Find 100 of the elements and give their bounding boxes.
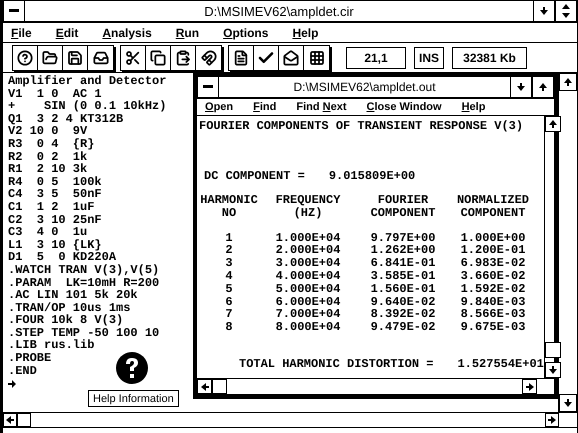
code-line: Amplifier and Detector [8,75,166,88]
output-heading: FOURIER COMPONENTS OF TRANSIENT RESPONSE V(3) [199,120,524,132]
down-arrow-icon [548,366,557,374]
table-cell-text: 9.479E-02 [370,321,436,334]
code-line: L1 3 10 {LK} [8,238,102,252]
help-information-button[interactable]: Help Information [88,390,179,407]
table-cell-text: 5 [224,282,234,296]
folder-icon [42,50,58,66]
minimize-button[interactable] [533,1,555,21]
code-line: .END [8,364,37,378]
code-line: R2 0 2 1k [8,150,88,164]
copy-icon [150,50,166,66]
code-line: Q1 3 2 4 KT312B [8,112,124,126]
code-line: .PROBE [8,352,52,365]
up-arrow-icon [539,83,547,91]
column-header: NORMALIZED [456,194,529,207]
code-line: R3 0 4 {R} [8,138,94,151]
up-down-arrow-icon [562,4,570,18]
table-cell-text: 6.841E-01 [370,257,436,270]
scroll-left-button[interactable] [3,413,17,427]
menu-item[interactable]: Open [205,101,234,113]
code-line: V2 10 0 9V [8,125,88,138]
scroll-right-button[interactable] [522,379,537,394]
tray-icon [92,50,108,66]
table-cell-text: 5.000E+04 [274,282,342,296]
down-arrow-icon [517,83,525,91]
table-cell-text: 8.392E-02 [370,308,436,322]
menu-item[interactable]: Find [253,101,276,113]
window-title: D:\MSIMEV62\ampldet.out [293,80,436,94]
dash-icon [203,85,213,89]
code-line: .LIB rus.lib [8,339,94,352]
table-cell-text: 6.000E+04 [274,296,342,308]
scroll-left-button[interactable] [197,379,212,394]
left-arrow-icon [200,382,208,390]
thd-label: TOTAL HARMONIC DISTORTION = [239,358,434,370]
table-cell-text: 6 [224,296,234,308]
code-line: D1 5 0 KD220A [8,251,116,264]
table-cell-text: 4.000E+04 [274,270,342,283]
column-header: FREQUENCY [276,194,340,207]
system-menu-button[interactable] [197,77,219,97]
grid-icon [308,50,324,66]
envelope-icon [283,50,299,66]
table-cell-text: 8.000E+04 [274,321,342,334]
table-cell-text: 9.797E+00 [370,232,436,244]
thd-value: 1.527554E+01 [457,358,544,370]
dc-value: 9.015809E+00 [328,170,416,182]
memory-indicator: 32381 Kb [452,46,527,68]
table-cell-text: 1.200E-01 [460,244,526,258]
table-cell-text: 3 [224,257,234,270]
menu-item[interactable]: File [11,26,32,40]
code-line: .PARAM LK=10mH R=200 [8,276,160,290]
help-icon [115,351,149,385]
menu-item[interactable]: Analysis [102,26,152,40]
table-cell-text: 3.660E-02 [460,270,526,283]
down-arrow-icon [564,399,572,407]
table-cell-text: 9.840E-03 [460,296,526,308]
column-header: COMPONENT [370,206,436,220]
help-icon [17,50,33,66]
table-cell-text: 1.262E+00 [370,244,436,258]
scissors-icon [125,50,141,66]
table-cell-text: 1 [224,232,234,244]
up-arrow-icon [564,78,572,86]
menu-item[interactable]: Options [223,26,268,40]
menu-item[interactable]: Edit [56,26,78,40]
table-cell-text: 4 [224,270,234,283]
table-cell-text: 7 [224,308,234,322]
dc-label: DC COMPONENT = [204,170,305,182]
scroll-thumb[interactable] [544,342,561,358]
minimize-button[interactable] [510,77,532,97]
code-line: .STEP TEMP -50 100 10 [8,326,160,340]
menu-item[interactable]: Close Window [366,101,442,113]
table-cell-text: 2 [224,244,234,258]
menu-item[interactable]: Help [292,26,318,40]
code-line: R4 0 5 100k [8,176,102,188]
table-cell-text: 1.592E-02 [460,282,526,296]
system-menu-button[interactable] [3,1,25,21]
up-arrow-icon [548,120,557,128]
menu-item[interactable]: Help [462,101,486,113]
insert-mode: INS [414,46,444,68]
magnet-icon [200,50,216,66]
scroll-down-button[interactable] [559,394,577,412]
scroll-thumb[interactable] [212,379,227,394]
column-header: (HZ) [294,206,322,220]
table-cell-text: 2.000E+04 [274,244,342,258]
scroll-up-button[interactable] [559,73,577,91]
scroll-thumb[interactable] [17,413,31,427]
dash-icon [9,9,19,13]
code-line: C3 4 0 1u [8,226,88,239]
scroll-down-button[interactable] [544,362,561,378]
table-cell-text: 3.000E+04 [274,257,342,270]
cursor-position: 21,1 [346,46,406,68]
floppy-icon [67,50,83,66]
menu-item[interactable]: Run [176,26,200,40]
scroll-up-button[interactable] [544,116,561,132]
code-line: .TRAN/OP 10us 1ms [8,302,130,314]
scroll-right-button[interactable] [545,413,559,427]
maximize-button[interactable] [532,77,554,97]
code-line: C4 3 5 50nF [8,188,102,201]
menu-item[interactable]: Find Next [296,101,346,113]
restore-button[interactable] [555,1,577,21]
